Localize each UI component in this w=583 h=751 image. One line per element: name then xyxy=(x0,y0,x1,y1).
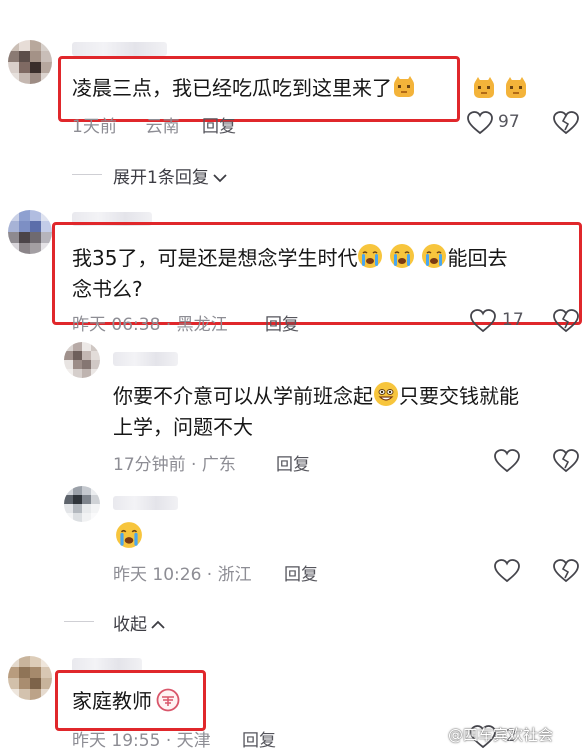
reply-button[interactable]: 回复 xyxy=(202,112,236,137)
heart-icon[interactable] xyxy=(494,449,520,473)
comment-text: 我35了，可是还是想念学生时代 能回去 xyxy=(72,243,507,278)
comment-text: 家庭教师 xyxy=(72,686,180,721)
cat-face-emoji-icon xyxy=(392,75,416,108)
reply-text: 你要不介意可以从学前班念起 只要交钱就能 xyxy=(113,381,519,416)
avatar[interactable] xyxy=(8,40,52,84)
broken-heart-icon[interactable] xyxy=(553,449,579,473)
avatar[interactable] xyxy=(8,656,52,700)
comment-time: 昨天 06:38 xyxy=(72,315,161,335)
comment-body-line1: 我35了，可是还是想念学生时代 xyxy=(72,246,358,270)
grinning-face-emoji-icon xyxy=(373,381,399,416)
reply-meta: 17分钟前 · 广东 xyxy=(113,455,236,475)
heart-icon[interactable] xyxy=(494,559,520,583)
comment-time: 1天前 xyxy=(72,117,117,137)
comment-time: 昨天 19:55 xyxy=(72,731,161,751)
comment-body: 凌晨三点，我已经吃瓜吃到这里来了 xyxy=(72,76,392,100)
reply-button[interactable]: 回复 xyxy=(242,726,276,751)
collapse-replies-label: 收起 xyxy=(113,615,147,635)
reply-button[interactable]: 回复 xyxy=(276,450,310,475)
crying-face-emoji-icon xyxy=(421,243,447,278)
broken-heart-icon[interactable] xyxy=(553,309,579,333)
comment-meta: 昨天 19:55 · 天津 xyxy=(72,731,211,751)
cat-face-emoji-icon xyxy=(504,76,528,104)
collapse-divider xyxy=(64,621,94,622)
avatar[interactable] xyxy=(64,486,100,522)
reply-button[interactable]: 回复 xyxy=(265,310,299,335)
username-blurred[interactable] xyxy=(113,496,178,510)
reply-body-line2: 上学，问题不大 xyxy=(113,415,253,439)
username-blurred[interactable] xyxy=(72,42,167,56)
reply-body-line1a: 你要不介意可以从学前班念起 xyxy=(113,384,373,408)
heart-icon[interactable] xyxy=(467,111,493,135)
expand-replies-button[interactable]: 展开1条回复 xyxy=(113,163,227,188)
reply-body-line1b: 只要交钱就能 xyxy=(399,384,519,408)
chevron-up-icon xyxy=(151,615,165,635)
heart-icon[interactable] xyxy=(470,309,496,333)
comment-location: 天津 xyxy=(176,731,211,751)
comment-meta: 1天前 云南 xyxy=(72,112,180,137)
crying-face-emoji-icon xyxy=(389,243,415,278)
teacher-sticker-icon xyxy=(156,688,180,721)
collapse-replies-button[interactable]: 收起 xyxy=(113,610,165,635)
like-count: 97 xyxy=(498,112,520,132)
reply-meta: 昨天 10:26 · 浙江 xyxy=(113,565,252,585)
reply-button[interactable]: 回复 xyxy=(284,560,318,585)
expand-divider xyxy=(72,174,102,175)
like-count: 17 xyxy=(502,310,524,330)
cat-face-emoji-icon xyxy=(472,76,496,104)
comment-text: 凌晨三点，我已经吃瓜吃到这里来了 xyxy=(72,73,416,108)
avatar[interactable] xyxy=(64,342,100,378)
broken-heart-icon[interactable] xyxy=(553,111,579,135)
comment-meta: 昨天 06:38 · 黑龙江 xyxy=(72,315,228,335)
comment-location: 黑龙江 xyxy=(176,315,228,335)
comment-body-line2: 念书么? xyxy=(72,277,143,301)
comment-body-line1-suffix: 能回去 xyxy=(447,246,508,270)
watermark: @四车宾欢社会 xyxy=(448,726,554,744)
username-blurred[interactable] xyxy=(113,352,178,366)
broken-heart-icon[interactable] xyxy=(553,559,579,583)
comment-location: 云南 xyxy=(145,117,180,137)
expand-replies-label: 展开1条回复 xyxy=(113,168,209,188)
comment-body: 家庭教师 xyxy=(72,689,152,713)
crying-face-emoji-icon xyxy=(357,243,383,278)
chevron-down-icon xyxy=(213,168,227,188)
crying-face-emoji-icon xyxy=(115,521,143,553)
avatar[interactable] xyxy=(8,210,52,254)
